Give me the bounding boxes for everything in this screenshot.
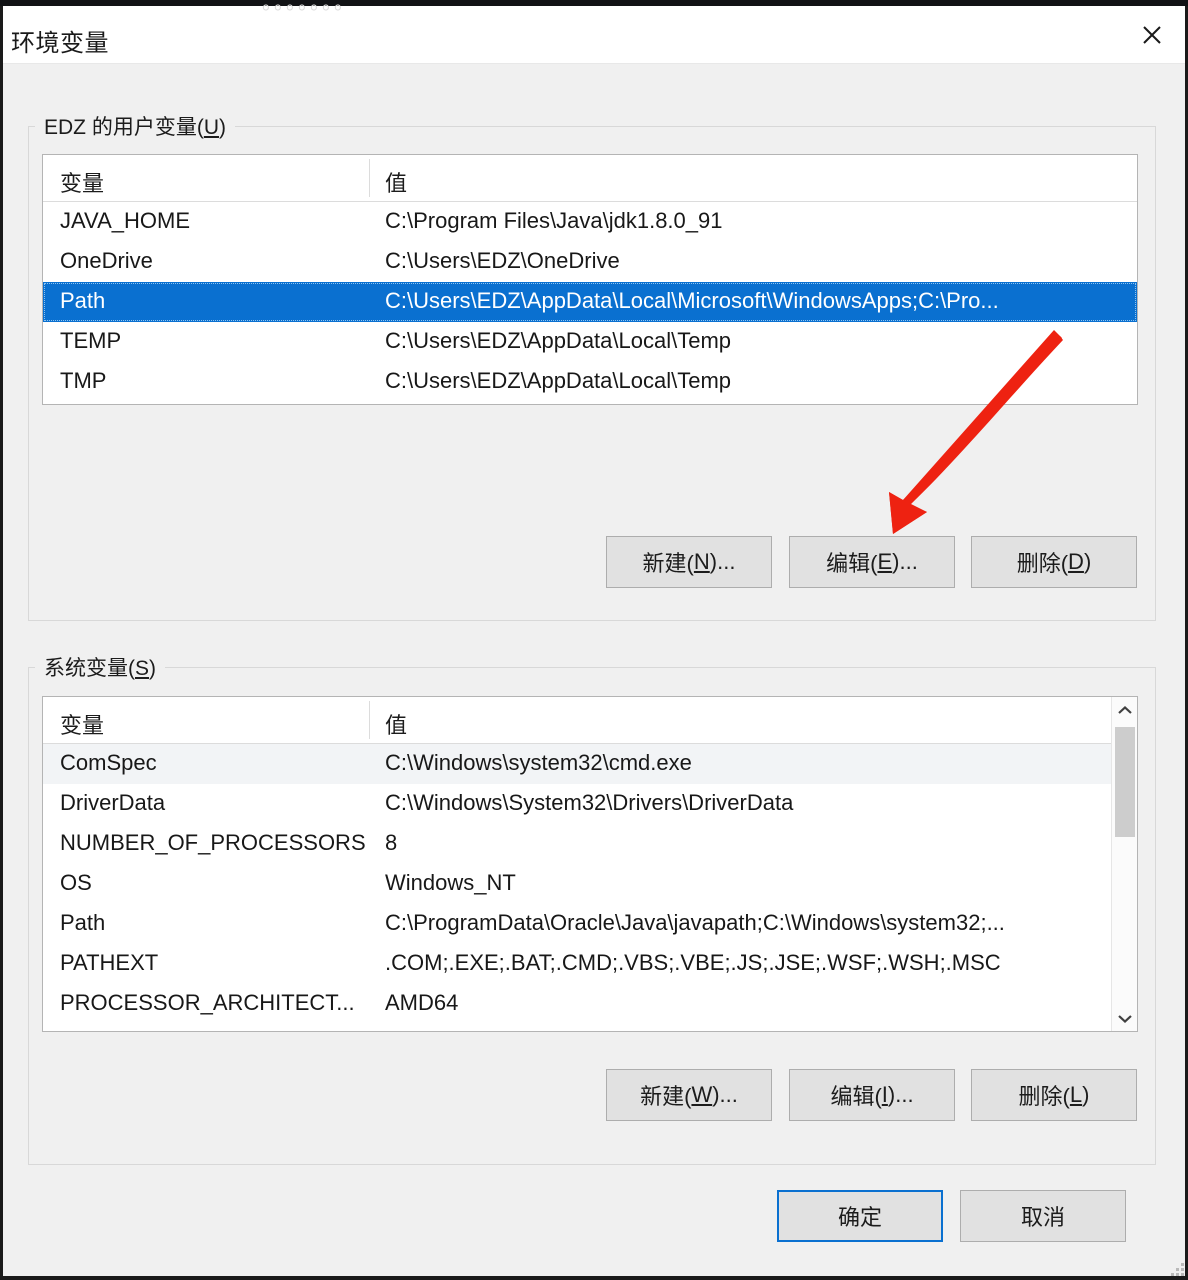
system-variable-value: C:\Windows\System32\Drivers\DriverData <box>385 790 794 815</box>
user-variables-list[interactable]: 变量 值 JAVA_HOME C:\Program Files\Java\jdk… <box>42 154 1138 405</box>
chevron-down-icon[interactable] <box>1112 1005 1137 1031</box>
system-variable-value: Windows_NT <box>385 870 516 895</box>
user-delete-button[interactable]: 删除(D) <box>971 536 1137 588</box>
environment-variables-dialog: 。。。。。。。 环境变量 EDZ 的用户变量(U) 变量 值 JAVA_HOME <box>0 0 1188 1280</box>
system-edit-button[interactable]: 编辑(I)... <box>789 1069 955 1121</box>
table-row[interactable]: OneDrive C:\Users\EDZ\OneDrive <box>43 242 1137 282</box>
table-row[interactable]: DriverData C:\Windows\System32\Drivers\D… <box>43 784 1137 824</box>
system-variable-value: C:\Windows\system32\cmd.exe <box>385 750 692 775</box>
system-variable-value: AMD64 <box>385 990 459 1015</box>
window-frame-bottom <box>0 1276 1188 1280</box>
system-list-scrollbar[interactable] <box>1111 697 1137 1031</box>
ok-button[interactable]: 确定 <box>777 1190 943 1242</box>
user-list-header: 变量 值 <box>43 155 1137 202</box>
system-variable-value: .COM;.EXE;.BAT;.CMD;.VBS;.VBE;.JS;.JSE;.… <box>385 950 1001 975</box>
system-variable-name: Path <box>60 910 106 935</box>
system-variable-name: ComSpec <box>60 750 157 775</box>
table-row[interactable]: OS Windows_NT <box>43 864 1137 904</box>
system-column-divider <box>369 701 370 739</box>
window-frame-left <box>0 0 3 1280</box>
user-column-header-variable[interactable]: 变量 <box>60 166 104 198</box>
chevron-up-icon[interactable] <box>1112 697 1137 723</box>
system-variable-name: PATHEXT <box>60 950 159 975</box>
resize-grip[interactable] <box>1166 1258 1184 1276</box>
system-variables-group-label: 系统变量(S) <box>35 652 166 682</box>
system-column-header-value[interactable]: 值 <box>385 708 407 740</box>
cut-off-top-strip: 。。。。。。。 <box>0 0 1188 14</box>
system-list-header: 变量 值 <box>43 697 1137 744</box>
user-variable-name: TEMP <box>60 328 122 353</box>
title-bar: 环境变量 <box>0 6 1188 64</box>
user-variables-group-label: EDZ 的用户变量(U) <box>35 111 235 141</box>
system-new-button[interactable]: 新建(W)... <box>606 1069 772 1121</box>
system-column-header-variable[interactable]: 变量 <box>60 708 104 740</box>
user-variable-value: C:\Users\EDZ\AppData\Local\Temp <box>385 328 732 353</box>
system-delete-button[interactable]: 删除(L) <box>971 1069 1137 1121</box>
system-variable-name: NUMBER_OF_PROCESSORS <box>60 830 366 855</box>
cut-off-top-text: 。。。。。。。 <box>262 0 356 14</box>
system-variable-value: 8 <box>385 830 398 855</box>
user-variable-value: C:\Users\EDZ\AppData\Local\Microsoft\Win… <box>385 288 999 313</box>
table-row[interactable]: TMP C:\Users\EDZ\AppData\Local\Temp <box>43 362 1137 402</box>
table-row[interactable]: PROCESSOR_ARCHITECT... AMD64 <box>43 984 1137 1024</box>
table-row[interactable]: TEMP C:\Users\EDZ\AppData\Local\Temp <box>43 322 1137 362</box>
dialog-body: EDZ 的用户变量(U) 变量 值 JAVA_HOME C:\Program F… <box>0 64 1188 1280</box>
close-icon[interactable] <box>1116 6 1188 64</box>
table-row[interactable]: Path C:\ProgramData\Oracle\Java\javapath… <box>43 904 1137 944</box>
cancel-button[interactable]: 取消 <box>960 1190 1126 1242</box>
system-variables-list[interactable]: 变量 值 ComSpec C:\Windows\system32\cmd.exe… <box>42 696 1138 1032</box>
user-new-button[interactable]: 新建(N)... <box>606 536 772 588</box>
user-variable-value: C:\Program Files\Java\jdk1.8.0_91 <box>385 208 723 233</box>
system-variable-name: PROCESSOR_ARCHITECT... <box>60 990 355 1015</box>
user-edit-button[interactable]: 编辑(E)... <box>789 536 955 588</box>
table-row[interactable]: ComSpec C:\Windows\system32\cmd.exe <box>43 744 1137 784</box>
page-title: 环境变量 <box>11 30 109 57</box>
table-row[interactable]: PATHEXT .COM;.EXE;.BAT;.CMD;.VBS;.VBE;.J… <box>43 944 1137 984</box>
system-variable-name: DriverData <box>60 790 166 815</box>
table-row-selected[interactable]: Path C:\Users\EDZ\AppData\Local\Microsof… <box>43 282 1137 322</box>
scrollbar-thumb[interactable] <box>1115 727 1135 837</box>
user-variable-name: Path <box>60 288 106 313</box>
user-list-rows: JAVA_HOME C:\Program Files\Java\jdk1.8.0… <box>43 202 1137 402</box>
user-variable-name: TMP <box>60 368 107 393</box>
user-variable-value: C:\Users\EDZ\OneDrive <box>385 248 620 273</box>
system-variable-value: C:\ProgramData\Oracle\Java\javapath;C:\W… <box>385 910 1005 935</box>
system-list-rows: ComSpec C:\Windows\system32\cmd.exe Driv… <box>43 744 1137 1024</box>
user-variable-name: JAVA_HOME <box>60 208 190 233</box>
user-variable-value: C:\Users\EDZ\AppData\Local\Temp <box>385 368 732 393</box>
user-variable-name: OneDrive <box>60 248 153 273</box>
system-variable-name: OS <box>60 870 92 895</box>
user-column-header-value[interactable]: 值 <box>385 166 407 198</box>
table-row[interactable]: JAVA_HOME C:\Program Files\Java\jdk1.8.0… <box>43 202 1137 242</box>
table-row[interactable]: NUMBER_OF_PROCESSORS 8 <box>43 824 1137 864</box>
user-column-divider <box>369 159 370 197</box>
